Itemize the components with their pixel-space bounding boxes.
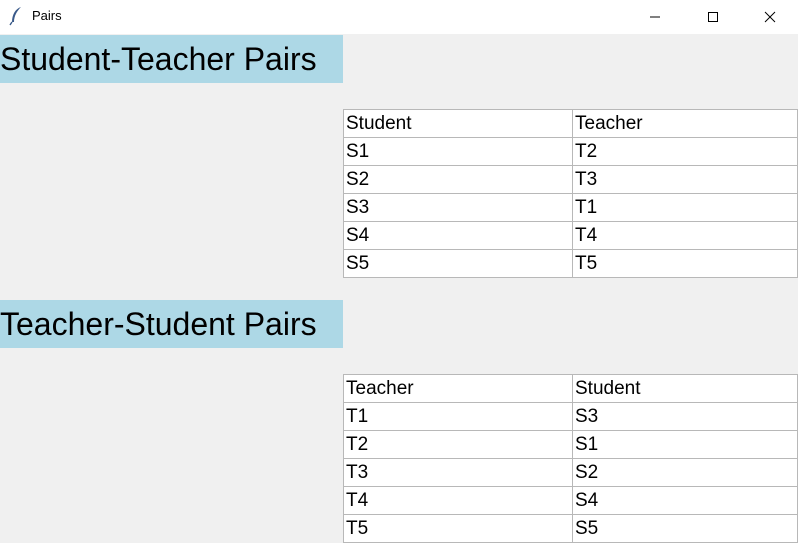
table-header-row: Teacher Student — [343, 375, 798, 403]
table-cell[interactable]: S4 — [572, 487, 798, 514]
table-row: T5 S5 — [343, 515, 798, 543]
table-row: S4 T4 — [343, 222, 798, 250]
table-cell[interactable]: T5 — [572, 250, 798, 277]
table-row: S1 T2 — [343, 138, 798, 166]
close-icon — [764, 11, 776, 23]
table-cell[interactable]: S3 — [343, 194, 572, 221]
header-cell[interactable]: Student — [343, 110, 572, 137]
table-row: T4 S4 — [343, 487, 798, 515]
table-cell[interactable]: S2 — [343, 166, 572, 193]
window-title: Pairs — [32, 8, 62, 23]
table-row: S3 T1 — [343, 194, 798, 222]
table-header-row: Student Teacher — [343, 110, 798, 138]
table-cell[interactable]: T2 — [572, 138, 798, 165]
header-cell[interactable]: Teacher — [572, 110, 798, 137]
minimize-icon — [650, 16, 660, 18]
student-teacher-table: Student Teacher S1 T2 S2 T3 S3 T1 S4 T4 … — [343, 109, 798, 278]
table-cell[interactable]: T1 — [343, 403, 572, 430]
table-cell[interactable]: S1 — [572, 431, 798, 458]
header-cell[interactable]: Teacher — [343, 375, 572, 402]
table-cell[interactable]: S4 — [343, 222, 572, 249]
table-row: S5 T5 — [343, 250, 798, 278]
title-bar: Pairs — [0, 0, 798, 34]
table-cell[interactable]: S2 — [572, 459, 798, 486]
table-cell[interactable]: S1 — [343, 138, 572, 165]
maximize-icon — [708, 12, 718, 22]
table-cell[interactable]: T5 — [343, 515, 572, 542]
table-row: T3 S2 — [343, 459, 798, 487]
maximize-button[interactable] — [684, 0, 742, 34]
table-row: T2 S1 — [343, 431, 798, 459]
table-row: T1 S3 — [343, 403, 798, 431]
table-cell[interactable]: T3 — [343, 459, 572, 486]
table-cell[interactable]: S5 — [572, 515, 798, 542]
teacher-student-table: Teacher Student T1 S3 T2 S1 T3 S2 T4 S4 … — [343, 374, 798, 543]
feather-icon — [9, 6, 23, 26]
student-teacher-heading: Student-Teacher Pairs — [0, 35, 343, 83]
table-cell[interactable]: T3 — [572, 166, 798, 193]
table-cell[interactable]: S3 — [572, 403, 798, 430]
minimize-button[interactable] — [626, 0, 684, 34]
table-cell[interactable]: T2 — [343, 431, 572, 458]
close-button[interactable] — [742, 0, 798, 34]
teacher-student-heading: Teacher-Student Pairs — [0, 300, 343, 348]
header-cell[interactable]: Student — [572, 375, 798, 402]
table-cell[interactable]: S5 — [343, 250, 572, 277]
table-cell[interactable]: T4 — [343, 487, 572, 514]
table-row: S2 T3 — [343, 166, 798, 194]
table-cell[interactable]: T4 — [572, 222, 798, 249]
table-cell[interactable]: T1 — [572, 194, 798, 221]
